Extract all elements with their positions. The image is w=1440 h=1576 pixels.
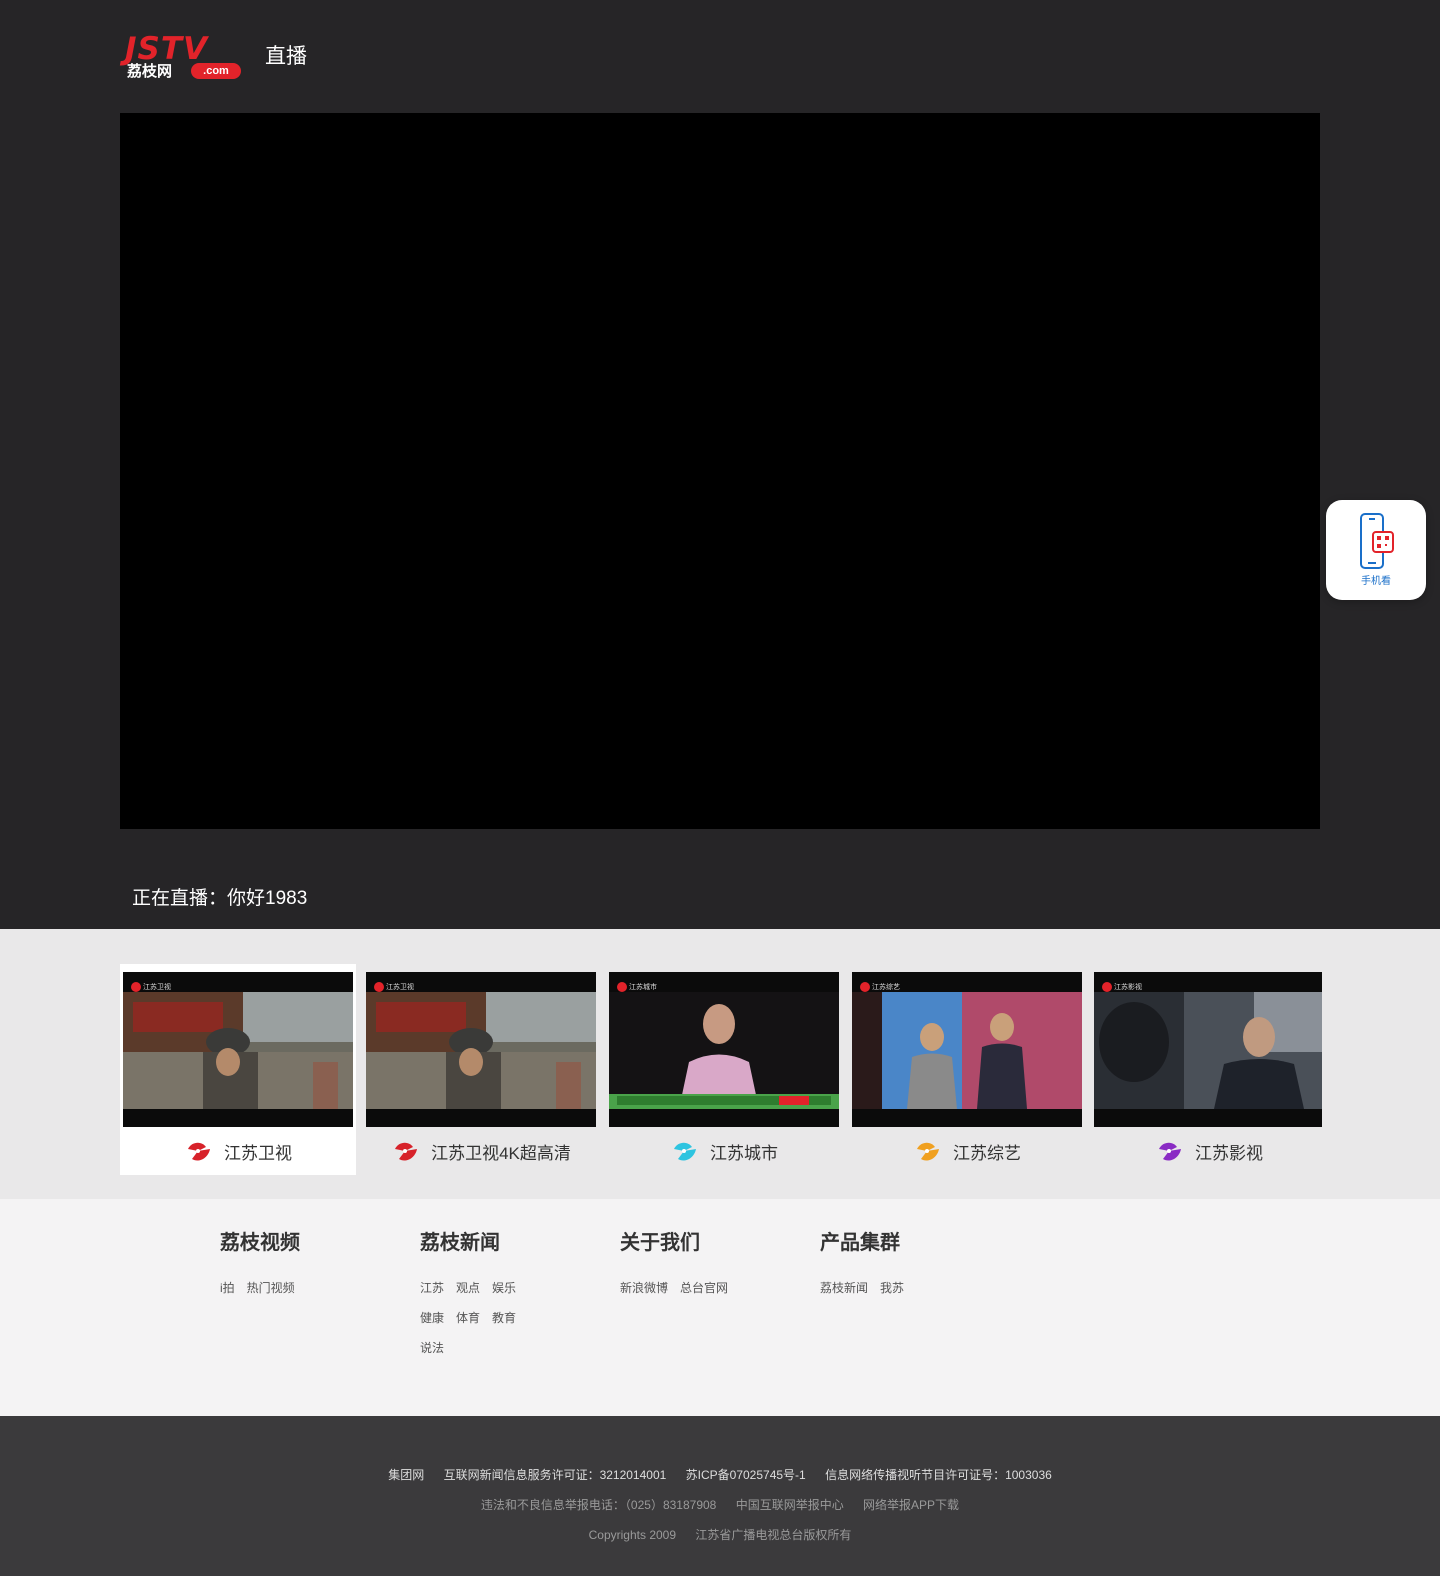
footer-col-title: 荔枝新闻 bbox=[420, 1232, 500, 1254]
license-row: 集团网 互联网新闻信息服务许可证：3212014001 苏ICP备0702574… bbox=[0, 1466, 1440, 1484]
footer-link-entertainment[interactable]: 娱乐 bbox=[492, 1279, 516, 1297]
footer-link-official-site[interactable]: 总台官网 bbox=[680, 1279, 728, 1297]
thumbnail-image bbox=[366, 992, 596, 1109]
channel-logo-icon bbox=[395, 1142, 418, 1161]
footer-col-title: 关于我们 bbox=[620, 1232, 700, 1254]
copyright-row: Copyrights 2009 江苏省广播电视总台版权所有 bbox=[0, 1526, 1440, 1544]
channel-thumbnail: 江苏城市 bbox=[609, 972, 839, 1127]
icp-license[interactable]: 苏ICP备07025745号-1 bbox=[686, 1466, 806, 1484]
thumb-watermark: 江苏影视 bbox=[1114, 984, 1142, 991]
logo-cn-text: 荔枝网 bbox=[127, 62, 173, 80]
channel-name: 江苏卫视 bbox=[120, 1139, 356, 1163]
copyright-year: Copyrights 2009 bbox=[588, 1528, 677, 1542]
video-player[interactable] bbox=[120, 113, 1320, 829]
channel-card-jiangsu-city[interactable]: 江苏城市 江苏城市 bbox=[606, 964, 842, 1175]
channel-logo-icon bbox=[917, 1142, 939, 1161]
channel-name: 江苏城市 bbox=[606, 1139, 842, 1163]
logo-wordmark: JSTV bbox=[125, 31, 208, 67]
now-playing-program: 你好1983 bbox=[227, 888, 308, 909]
footer-col-title: 荔枝视频 bbox=[220, 1232, 300, 1254]
thumbnail-image bbox=[852, 992, 1082, 1109]
channel-card-jiangsu-variety[interactable]: 江苏综艺 江苏综艺 bbox=[849, 964, 1085, 1175]
channel-thumbnail: 江苏影视 bbox=[1094, 972, 1322, 1127]
thumbnail-image bbox=[609, 992, 839, 1109]
bottom-bar: 集团网 互联网新闻信息服务许可证：3212014001 苏ICP备0702574… bbox=[0, 1416, 1440, 1576]
channel-name-text: 江苏影视 bbox=[1195, 1143, 1263, 1163]
mobile-watch-label: 手机看 bbox=[1361, 576, 1391, 587]
top-section: JSTV 荔枝网 .com 直播 手机看 正在直播：你好1983 bbox=[0, 0, 1440, 929]
thumb-watermark: 江苏卫视 bbox=[143, 984, 171, 991]
channel-logo-icon bbox=[188, 1142, 210, 1161]
footer-link-lizhi-news-app[interactable]: 荔枝新闻 bbox=[820, 1279, 868, 1297]
channel-name: 江苏影视 bbox=[1091, 1139, 1327, 1163]
footer-link-opinion[interactable]: 观点 bbox=[456, 1279, 480, 1297]
channel-card-jiangsu-tv-4k[interactable]: 江苏卫视 江苏卫视4K超高清 bbox=[363, 964, 599, 1175]
footer-link-sports[interactable]: 体育 bbox=[456, 1309, 480, 1327]
footer-col-about-us: 关于我们 新浪微博 总台官网 bbox=[620, 1229, 770, 1309]
report-center-link[interactable]: 中国互联网举报中心 bbox=[736, 1496, 844, 1514]
channel-logo-icon bbox=[1102, 982, 1112, 992]
av-license[interactable]: 信息网络传播视听节目许可证号：1003036 bbox=[825, 1466, 1052, 1484]
channel-name-text: 江苏城市 bbox=[710, 1143, 778, 1163]
footer-link-wosu[interactable]: 我苏 bbox=[880, 1279, 904, 1297]
channel-logo-icon bbox=[674, 1142, 696, 1161]
channel-logo-icon bbox=[131, 982, 141, 992]
channel-name: 江苏卫视4K超高清 bbox=[363, 1139, 599, 1163]
footer-link-weibo[interactable]: 新浪微博 bbox=[620, 1279, 668, 1297]
footer-links: 荔枝视频 i拍 热门视频 荔枝新闻 江苏 观点 娱乐 健康 体育 教育 说法 关… bbox=[0, 1199, 1440, 1416]
channel-name-text: 江苏卫视4K超高清 bbox=[431, 1143, 571, 1163]
thumbnail-image bbox=[123, 992, 353, 1109]
channel-name-text: 江苏综艺 bbox=[953, 1143, 1021, 1163]
group-site-link[interactable]: 集团网 bbox=[388, 1466, 424, 1484]
footer-col-lizhi-news: 荔枝新闻 江苏 观点 娱乐 健康 体育 教育 说法 bbox=[420, 1229, 570, 1369]
channel-list: 江苏卫视 江苏卫视 江苏卫视 江苏卫视4K超高清 江苏城市 江苏城市 江苏综艺 … bbox=[0, 929, 1440, 1199]
mobile-watch-button[interactable]: 手机看 bbox=[1326, 500, 1426, 600]
channel-card-jiangsu-film[interactable]: 江苏影视 江苏影视 bbox=[1091, 964, 1327, 1175]
channel-thumbnail: 江苏综艺 bbox=[852, 972, 1082, 1127]
footer-link-health[interactable]: 健康 bbox=[420, 1309, 444, 1327]
thumbnail-image bbox=[1094, 992, 1322, 1109]
jstv-logo[interactable]: JSTV 荔枝网 .com bbox=[125, 34, 243, 82]
channel-thumbnail: 江苏卫视 bbox=[366, 972, 596, 1127]
report-row: 违法和不良信息举报电话：（025）83187908 中国互联网举报中心 网络举报… bbox=[0, 1496, 1440, 1514]
footer-link-hot-videos[interactable]: 热门视频 bbox=[247, 1279, 295, 1297]
report-phone: 违法和不良信息举报电话：（025）83187908 bbox=[480, 1498, 717, 1512]
channel-logo-icon bbox=[1159, 1142, 1181, 1161]
report-app-link[interactable]: 网络举报APP下载 bbox=[863, 1496, 959, 1514]
channel-name-text: 江苏卫视 bbox=[224, 1143, 292, 1163]
thumb-watermark: 江苏卫视 bbox=[386, 984, 414, 991]
channel-card-jiangsu-tv[interactable]: 江苏卫视 江苏卫视 bbox=[120, 964, 356, 1175]
channel-logo-icon bbox=[860, 982, 870, 992]
now-playing: 正在直播：你好1983 bbox=[132, 886, 307, 912]
footer-col-products: 产品集群 荔枝新闻 我苏 bbox=[820, 1229, 970, 1309]
now-playing-label: 正在直播： bbox=[132, 888, 228, 909]
footer-link-jiangsu[interactable]: 江苏 bbox=[420, 1279, 444, 1297]
footer-link-education[interactable]: 教育 bbox=[492, 1309, 516, 1327]
channel-logo-icon bbox=[617, 982, 627, 992]
channel-logo-icon bbox=[374, 982, 384, 992]
footer-link-ipai[interactable]: i拍 bbox=[220, 1279, 235, 1297]
thumb-watermark: 江苏综艺 bbox=[872, 984, 900, 991]
phone-qr-icon bbox=[1360, 513, 1394, 569]
channel-thumbnail: 江苏卫视 bbox=[123, 972, 353, 1127]
logo-domain-badge: .com bbox=[191, 63, 241, 79]
page-title: 直播 bbox=[265, 45, 307, 68]
copyright-owner: 江苏省广播电视总台版权所有 bbox=[695, 1528, 852, 1542]
channel-name: 江苏综艺 bbox=[849, 1139, 1085, 1163]
footer-link-law[interactable]: 说法 bbox=[420, 1339, 444, 1357]
footer-col-title: 产品集群 bbox=[820, 1232, 900, 1254]
footer-col-lizhi-video: 荔枝视频 i拍 热门视频 bbox=[220, 1229, 370, 1309]
news-license[interactable]: 互联网新闻信息服务许可证：3212014001 bbox=[444, 1466, 667, 1484]
thumb-watermark: 江苏城市 bbox=[629, 984, 657, 991]
